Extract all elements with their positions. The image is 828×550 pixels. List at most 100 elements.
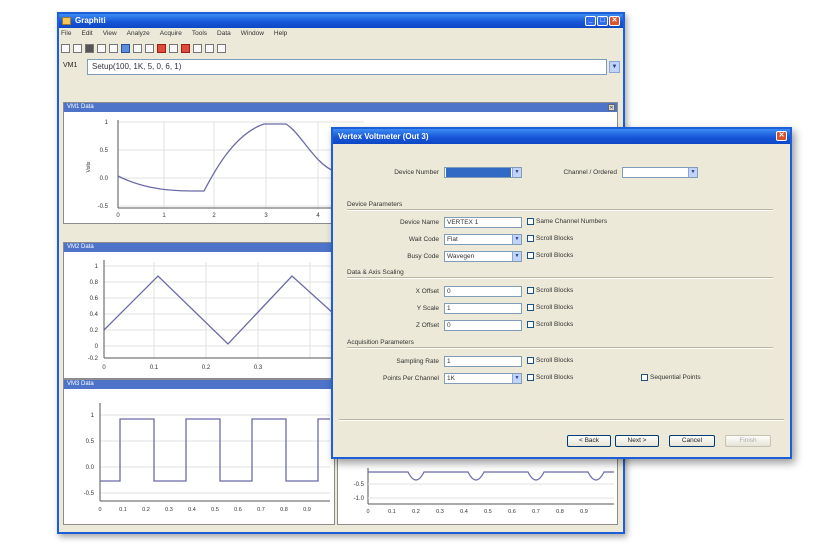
zoom-icon[interactable]: [193, 44, 202, 53]
checkbox-box[interactable]: [527, 252, 534, 259]
finish-button[interactable]: Finish: [725, 435, 771, 447]
main-window-title: Graphiti: [75, 16, 106, 25]
chevron-down-icon[interactable]: ▼: [609, 61, 620, 73]
menu-window[interactable]: Window: [241, 30, 264, 40]
menu-tools[interactable]: Tools: [192, 30, 207, 40]
scroll-blocks-checkbox-1[interactable]: Scroll Blocks: [527, 235, 573, 242]
xtick: 0.9: [580, 509, 588, 515]
channel-select[interactable]: ▼: [622, 167, 698, 178]
xtick: 0.4: [460, 509, 468, 515]
menu-analyze[interactable]: Analyze: [127, 30, 150, 40]
device-number-select[interactable]: ▼: [444, 167, 522, 178]
chevron-down-icon[interactable]: ▼: [512, 168, 521, 177]
chevron-down-icon[interactable]: ▼: [512, 252, 521, 261]
chevron-down-icon[interactable]: ▼: [512, 374, 521, 383]
scroll-blocks-label: Scroll Blocks: [536, 252, 574, 259]
xtick: 0.6: [234, 507, 242, 513]
x-offset-input[interactable]: 0: [444, 286, 522, 297]
xtick: 4: [316, 213, 320, 219]
checkbox-box[interactable]: [527, 357, 534, 364]
settings-icon[interactable]: [217, 44, 226, 53]
next-button[interactable]: Next >: [615, 435, 659, 447]
menu-file[interactable]: File: [61, 30, 71, 40]
xtick: 0.4: [188, 507, 196, 513]
busy-code-select[interactable]: Wavegen ▼: [444, 251, 522, 262]
wait-code-select[interactable]: Flat ▼: [444, 234, 522, 245]
maximize-icon[interactable]: □: [597, 16, 608, 26]
scroll-blocks-checkbox-6[interactable]: Scroll Blocks: [527, 357, 573, 364]
scroll-blocks-label: Scroll Blocks: [536, 357, 574, 364]
scroll-blocks-checkbox-3[interactable]: Scroll Blocks: [527, 287, 573, 294]
ytick: 0.2: [90, 328, 99, 334]
device-name-input[interactable]: VERTEX 1: [444, 217, 522, 228]
sampling-rate-input[interactable]: 1: [444, 356, 522, 367]
copy-icon[interactable]: [109, 44, 118, 53]
print-icon[interactable]: [97, 44, 106, 53]
device-number-value: [446, 168, 511, 177]
separator: [339, 419, 784, 421]
checkbox-box[interactable]: [527, 287, 534, 294]
checkbox-box[interactable]: [527, 374, 534, 381]
z-offset-input[interactable]: 0: [444, 320, 522, 331]
close-icon[interactable]: ✕: [776, 131, 787, 141]
open-folder-icon[interactable]: [73, 44, 82, 53]
checkbox-box[interactable]: [527, 321, 534, 328]
menu-data[interactable]: Data: [217, 30, 231, 40]
ytick: 0.6: [90, 296, 99, 302]
sampling-rate-label: Sampling Rate: [396, 358, 439, 365]
back-button[interactable]: < Back: [567, 435, 611, 447]
record-icon[interactable]: [157, 44, 166, 53]
xtick: 0.6: [508, 509, 516, 515]
scroll-blocks-checkbox-5[interactable]: Scroll Blocks: [527, 321, 573, 328]
menu-acquire[interactable]: Acquire: [160, 30, 182, 40]
chevron-down-icon[interactable]: ▼: [512, 235, 521, 244]
close-icon[interactable]: ✕: [608, 104, 615, 111]
minimize-icon[interactable]: _: [585, 16, 596, 26]
close-icon[interactable]: ✕: [609, 16, 620, 26]
stop-icon[interactable]: [181, 44, 190, 53]
ytick: 0.8: [90, 280, 99, 286]
menu-help[interactable]: Help: [274, 30, 287, 40]
checkbox-box[interactable]: [527, 218, 534, 225]
sequential-points-checkbox[interactable]: Sequential Points: [641, 374, 701, 381]
scroll-blocks-label: Scroll Blocks: [536, 374, 574, 381]
menu-edit[interactable]: Edit: [81, 30, 92, 40]
scroll-blocks-label: Scroll Blocks: [536, 321, 574, 328]
ytick: 0.0: [86, 465, 95, 471]
scroll-blocks-checkbox-2[interactable]: Scroll Blocks: [527, 252, 573, 259]
menu-view[interactable]: View: [103, 30, 117, 40]
cancel-button[interactable]: Cancel: [669, 435, 715, 447]
y-scale-input[interactable]: 1: [444, 303, 522, 314]
command-label: VM1: [63, 62, 78, 69]
checkbox-box[interactable]: [527, 235, 534, 242]
xtick: 0.5: [484, 509, 492, 515]
info-icon[interactable]: [121, 44, 130, 53]
table-icon[interactable]: [145, 44, 154, 53]
scroll-blocks-label: Scroll Blocks: [536, 287, 574, 294]
ytick: 1: [91, 413, 95, 419]
plot-1-ylabel: Volts: [86, 161, 92, 172]
command-input[interactable]: Setup(100, 1K, 5, 0, 6, 1): [87, 59, 607, 75]
same-channel-checkbox[interactable]: Same Channel Numbers: [527, 218, 607, 225]
x-offset-label: X Offset: [415, 288, 439, 295]
device-name-label: Device Name: [399, 219, 439, 226]
checkbox-box[interactable]: [527, 304, 534, 311]
new-file-icon[interactable]: [61, 44, 70, 53]
points-per-channel-select[interactable]: 1K ▼: [444, 373, 522, 384]
scroll-blocks-label: Scroll Blocks: [536, 235, 574, 242]
busy-code-value: Wavegen: [447, 253, 475, 260]
save-icon[interactable]: [85, 44, 94, 53]
main-title-bar[interactable]: Graphiti _ □ ✕: [59, 14, 623, 28]
scroll-blocks-checkbox-4[interactable]: Scroll Blocks: [527, 304, 573, 311]
scroll-blocks-checkbox-7[interactable]: Scroll Blocks: [527, 374, 573, 381]
help-icon[interactable]: [205, 44, 214, 53]
app-icon: [62, 17, 71, 25]
dialog-title-bar[interactable]: Vertex Voltmeter (Out 3) ✕: [333, 129, 790, 144]
xtick: 0.3: [436, 509, 444, 515]
chart-icon[interactable]: [133, 44, 142, 53]
checkbox-box[interactable]: [641, 374, 648, 381]
points-per-channel-value: 1K: [447, 375, 455, 382]
ytick: 0: [95, 344, 99, 350]
wand-icon[interactable]: [169, 44, 178, 53]
chevron-down-icon[interactable]: ▼: [688, 168, 697, 177]
